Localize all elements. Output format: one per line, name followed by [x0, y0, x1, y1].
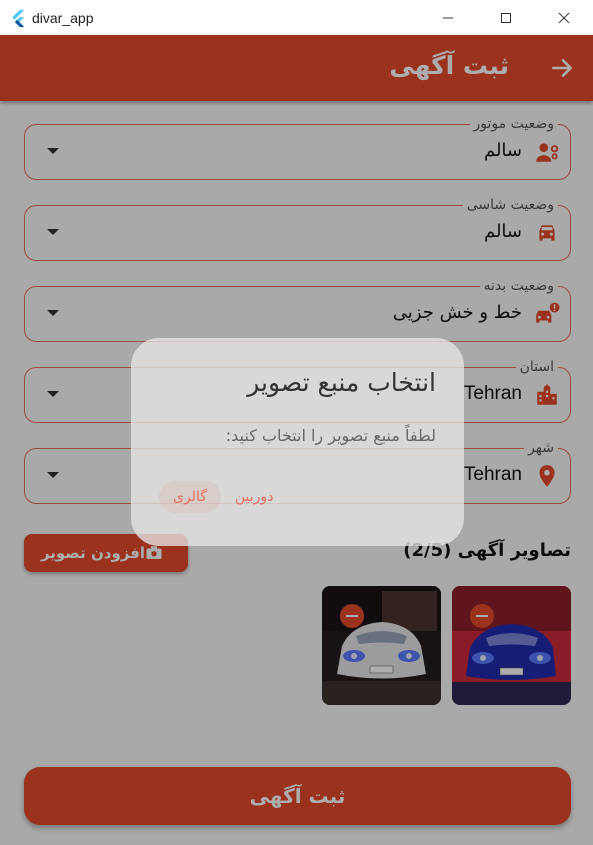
maximize-button[interactable]	[477, 0, 535, 35]
close-window-button[interactable]	[535, 0, 593, 35]
close-icon	[558, 12, 570, 23]
minimize-button[interactable]	[419, 0, 477, 35]
window-title: divar_app	[32, 9, 94, 26]
window-titlebar: divar_app	[0, 0, 593, 35]
gallery-button[interactable]: گالری	[159, 481, 221, 513]
dialog-message: لطفاً منبع تصویر را انتخاب کنید:	[225, 426, 436, 445]
flutter-logo-icon	[12, 9, 25, 27]
dialog-title: انتخاب منبع تصویر	[247, 368, 436, 397]
minimize-icon	[443, 17, 453, 18]
image-source-dialog: انتخاب منبع تصویر لطفاً منبع تصویر را ان…	[131, 338, 464, 546]
maximize-icon	[501, 12, 511, 23]
camera-button[interactable]: دوربین	[221, 481, 288, 513]
